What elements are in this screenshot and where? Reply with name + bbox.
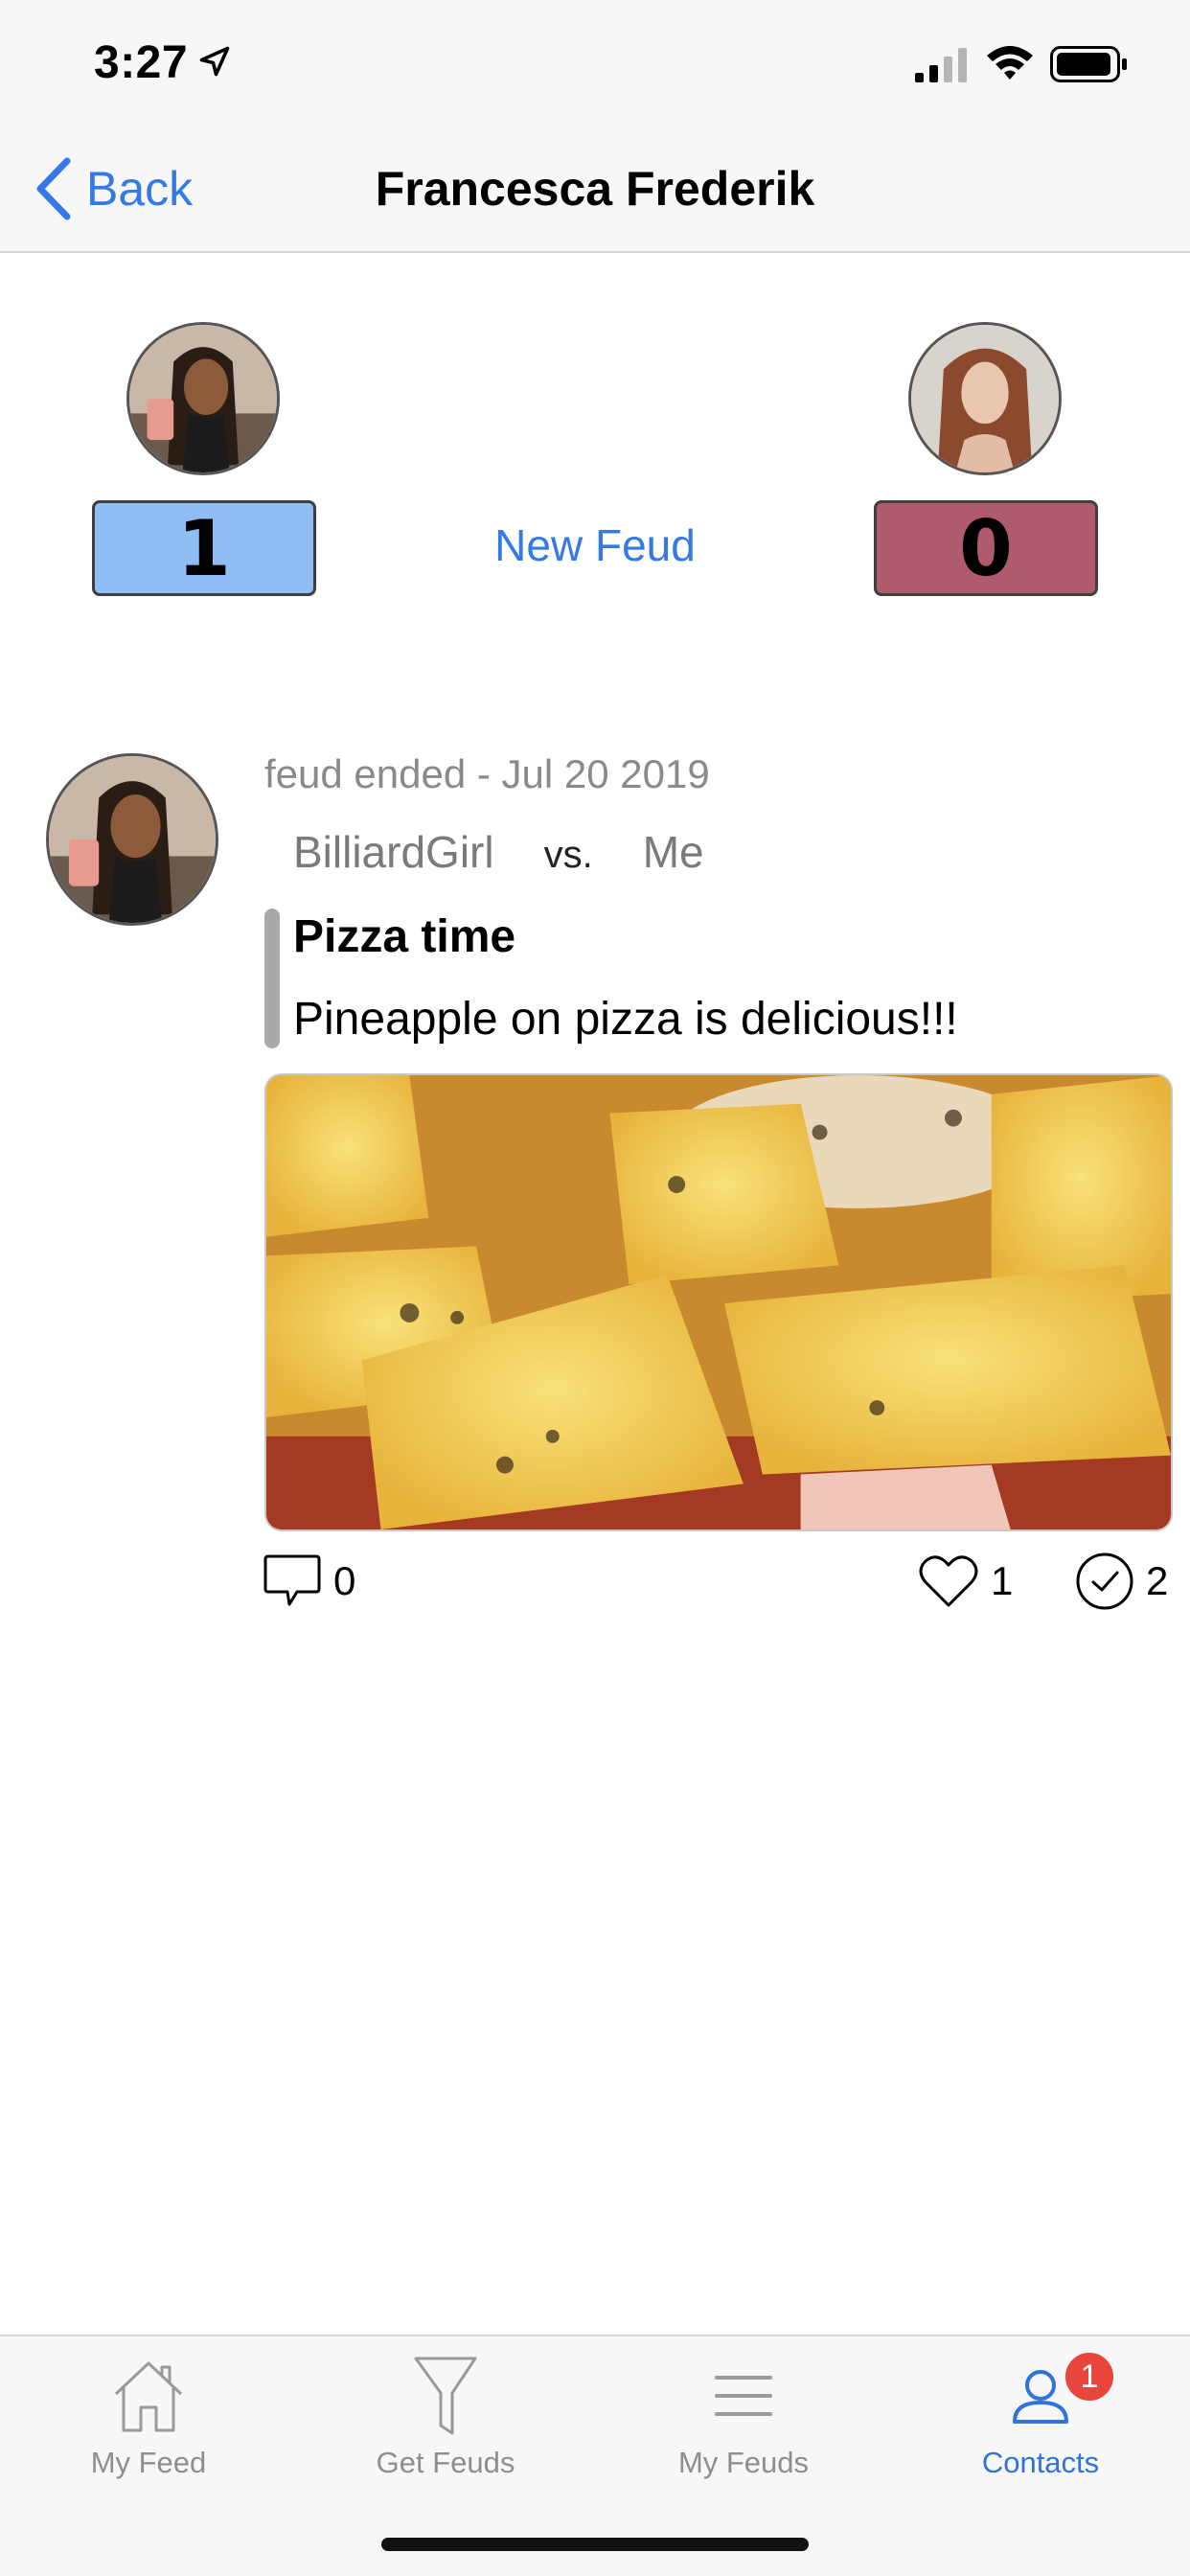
menu-lines-icon [715,2376,772,2416]
avatar-woman-red-hair-image [911,325,1059,472]
tab-label: Get Feuds [376,2446,515,2479]
tab-contacts[interactable]: 1 Contacts [921,2350,1160,2494]
heart-icon [919,1555,978,1607]
avatar-woman-braids-image [129,325,277,472]
player1-name[interactable]: BilliardGirl [293,826,494,878]
pineapple-pizza-image [266,1075,1171,1530]
notification-badge: 1 [1063,2350,1116,2404]
comment-button[interactable]: 0 [263,1552,355,1610]
vote-button[interactable]: 2 [1075,1552,1168,1610]
tab-label: My Feuds [677,2446,810,2479]
navigation-bar: Back Francesca Frederik [0,126,1190,253]
avatar-opponent[interactable] [126,322,280,475]
person-icon [1013,2370,1068,2424]
post-body: Pineapple on pizza is delicious!!! [293,994,958,1045]
post-author-avatar[interactable] [46,753,218,926]
post-image[interactable] [264,1073,1173,1531]
feud-status: feud ended - Jul 20 2019 [264,751,710,796]
check-count: 2 [1146,1558,1169,1603]
tab-my-feuds[interactable]: My Feuds [624,2350,863,2494]
location-arrow-icon [199,46,230,77]
avatar-woman-braids-image [49,756,216,923]
status-bar: 3:27 [0,0,1190,126]
like-button[interactable]: 1 [918,1552,1013,1610]
tab-get-feuds[interactable]: Get Feuds [326,2350,565,2494]
post-title: Pizza time [293,911,516,962]
avatar-me[interactable] [908,322,1062,475]
tab-my-feed[interactable]: My Feed [29,2350,268,2494]
player2-name[interactable]: Me [643,826,704,878]
checkmark-circle-icon [1076,1552,1133,1610]
comment-count: 0 [333,1558,356,1603]
tab-label: My Feed [90,2446,207,2479]
home-icon [114,2361,183,2432]
battery-icon [1050,46,1127,82]
like-count: 1 [991,1558,1014,1603]
quote-bar [264,908,280,1048]
home-indicator[interactable] [381,2538,809,2551]
status-time: 3:27 [94,37,189,88]
comment-bubble-icon [263,1554,321,1606]
cellular-signal-icon [915,48,967,82]
funnel-icon [414,2357,477,2435]
score-me: 0 [874,500,1098,596]
wifi-icon [987,46,1033,80]
tab-label: Contacts [981,2446,1100,2479]
vs-label: vs. [543,834,593,876]
vs-row: BilliardGirl vs. Me [293,826,704,878]
page-title: Francesca Frederik [375,162,815,216]
